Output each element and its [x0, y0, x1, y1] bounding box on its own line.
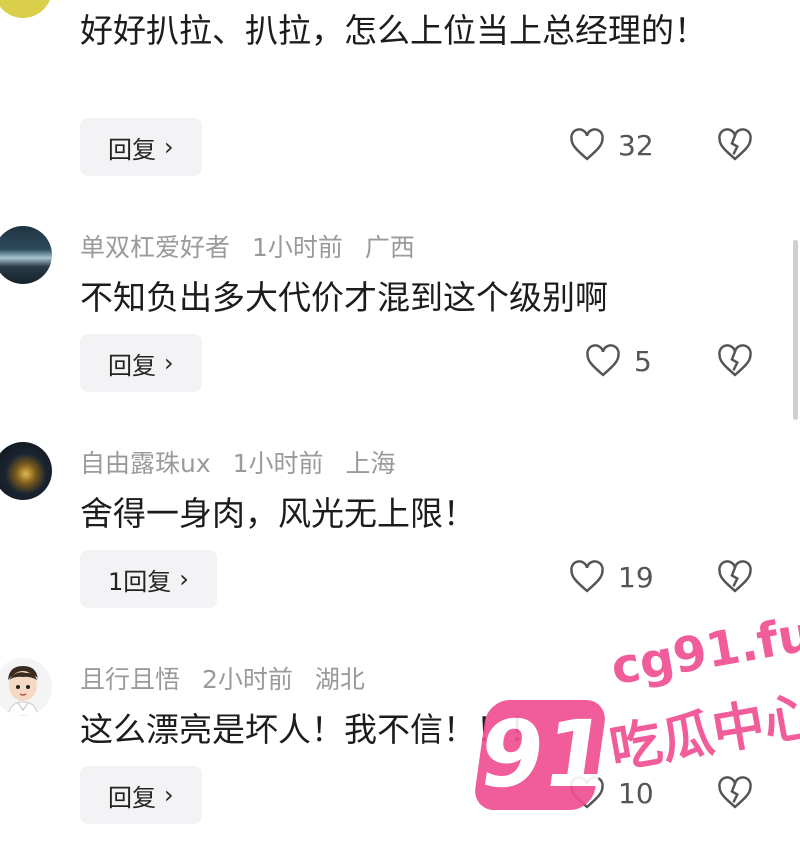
broken-heart-icon	[718, 128, 752, 161]
location: 湖北	[314, 665, 365, 694]
like-count: 19	[618, 560, 654, 594]
watermark-site: cg91.fun	[606, 599, 800, 697]
avatar[interactable]	[0, 0, 52, 18]
broken-heart-icon	[718, 344, 752, 377]
reply-label: 回复	[108, 135, 156, 164]
chevron-right-icon: ›	[164, 781, 174, 809]
reply-button[interactable]: 回复 ›	[80, 334, 202, 392]
like-button[interactable]: 32	[568, 128, 654, 162]
reply-label: 1回复	[108, 567, 172, 596]
scrollbar[interactable]	[793, 240, 798, 420]
timestamp: 1小时前	[251, 233, 343, 262]
heart-icon	[570, 128, 604, 161]
like-count: 32	[618, 128, 654, 162]
cartoon-face-icon	[0, 658, 52, 716]
heart-icon	[586, 344, 620, 377]
reply-button[interactable]: 回复 ›	[80, 118, 202, 176]
avatar[interactable]	[0, 442, 52, 500]
dislike-button[interactable]	[716, 128, 754, 166]
location: 上海	[345, 449, 396, 478]
reply-button[interactable]: 回复 ›	[80, 766, 202, 824]
reply-label: 回复	[108, 783, 156, 812]
comment-meta: 单双杠爱好者 1小时前 广西	[80, 228, 429, 264]
timestamp: 1小时前	[232, 449, 324, 478]
chevron-right-icon: ›	[164, 349, 174, 377]
username[interactable]: 自由露珠ux	[80, 449, 211, 478]
username[interactable]: 且行且悟	[80, 665, 180, 694]
heart-icon	[570, 776, 604, 809]
like-button[interactable]: 19	[568, 560, 654, 594]
timestamp: 2小时前	[201, 665, 293, 694]
chevron-right-icon: ›	[179, 565, 189, 593]
location: 广西	[364, 233, 415, 262]
comment-text: 好好扒拉、扒拉，怎么上位当上总经理的！	[80, 11, 707, 50]
like-count: 5	[634, 344, 652, 378]
avatar[interactable]	[0, 658, 52, 716]
comment-text: 这么漂亮是坏人！我不信！！！	[80, 710, 542, 749]
dislike-button[interactable]	[716, 560, 754, 598]
comment-meta: 且行且悟 2小时前 湖北	[80, 660, 379, 696]
comment-meta: 自由露珠ux 1小时前 上海	[80, 444, 409, 480]
heart-icon	[570, 560, 604, 593]
comment-text: 舍得一身肉，风光无上限！	[80, 494, 476, 533]
dislike-button[interactable]	[716, 344, 754, 382]
dislike-button[interactable]	[716, 776, 754, 814]
username[interactable]: 单双杠爱好者	[80, 233, 230, 262]
chevron-right-icon: ›	[164, 133, 174, 161]
broken-heart-icon	[718, 560, 752, 593]
broken-heart-icon	[718, 776, 752, 809]
like-button[interactable]: 10	[568, 776, 654, 810]
reply-label: 回复	[108, 351, 156, 380]
reply-button[interactable]: 1回复 ›	[80, 550, 217, 608]
like-count: 10	[618, 776, 654, 810]
avatar[interactable]	[0, 226, 52, 284]
like-button[interactable]: 5	[584, 344, 652, 378]
comment-text: 不知负出多大代价才混到这个级别啊	[80, 278, 608, 317]
